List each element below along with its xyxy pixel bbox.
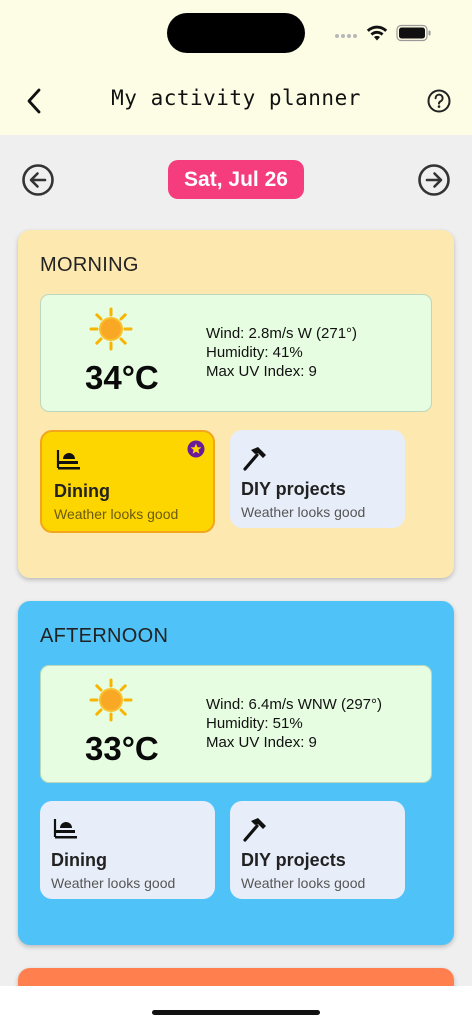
cellular-signal-icon bbox=[335, 34, 359, 40]
wind-text: Wind: 6.4m/s WNW (297°) bbox=[206, 696, 383, 713]
activity-card-dining[interactable]: Dining Weather looks good bbox=[40, 801, 215, 899]
bottom-safe-area bbox=[0, 986, 472, 1024]
top-bar: My activity planner bbox=[0, 0, 472, 135]
help-circle-icon[interactable] bbox=[425, 87, 453, 115]
humidity-text: Humidity: 41% bbox=[206, 344, 303, 361]
activity-note: Weather looks good bbox=[51, 875, 176, 891]
period-title: AFTERNOON bbox=[40, 625, 169, 647]
dynamic-island bbox=[167, 13, 305, 53]
star-badge-icon bbox=[187, 440, 205, 458]
activity-note: Weather looks good bbox=[241, 504, 366, 520]
activity-card-diy[interactable]: DIY projects Weather looks good bbox=[230, 430, 405, 528]
hammer-icon bbox=[243, 818, 266, 842]
battery-icon bbox=[396, 24, 431, 42]
activity-name: Dining bbox=[51, 850, 107, 870]
activity-name: DIY projects bbox=[241, 850, 346, 870]
sun-icon bbox=[89, 678, 133, 722]
period-card-afternoon: AFTERNOON 33°C Wind: 6.4m/s WNW (297°) H… bbox=[18, 601, 454, 945]
uv-index-text: Max UV Index: 9 bbox=[206, 734, 317, 751]
activity-name: DIY projects bbox=[241, 479, 346, 499]
page-title: My activity planner bbox=[111, 86, 361, 110]
weather-summary: 34°C Wind: 2.8m/s W (271°) Humidity: 41%… bbox=[40, 294, 432, 412]
arrow-right-circle-icon[interactable] bbox=[417, 163, 451, 197]
temperature: 33°C bbox=[85, 730, 159, 767]
date-selector[interactable]: Sat, Jul 26 bbox=[168, 160, 304, 199]
home-indicator[interactable] bbox=[152, 1010, 320, 1015]
arrow-left-circle-icon[interactable] bbox=[21, 163, 55, 197]
period-title: MORNING bbox=[40, 254, 139, 276]
activity-name: Dining bbox=[54, 481, 110, 501]
sun-icon bbox=[89, 307, 133, 351]
dining-icon bbox=[56, 450, 80, 470]
humidity-text: Humidity: 51% bbox=[206, 715, 303, 732]
activity-card-diy[interactable]: DIY projects Weather looks good bbox=[230, 801, 405, 899]
dining-icon bbox=[53, 819, 77, 839]
wind-text: Wind: 2.8m/s W (271°) bbox=[206, 325, 358, 342]
activity-note: Weather looks good bbox=[241, 875, 366, 891]
activity-card-dining[interactable]: Dining Weather looks good bbox=[40, 430, 215, 533]
uv-index-text: Max UV Index: 9 bbox=[206, 363, 317, 380]
period-card-morning: MORNING 34°C Wind: 2.8m/s W (271°) Humid… bbox=[18, 230, 454, 578]
wifi-icon bbox=[366, 25, 388, 41]
hammer-icon bbox=[243, 447, 266, 471]
activity-note: Weather looks good bbox=[54, 506, 179, 522]
temperature: 34°C bbox=[85, 359, 159, 396]
weather-details: Wind: 2.8m/s W (271°) Humidity: 41% Max … bbox=[206, 324, 357, 381]
weather-summary: 33°C Wind: 6.4m/s WNW (297°) Humidity: 5… bbox=[40, 665, 432, 783]
weather-details: Wind: 6.4m/s WNW (297°) Humidity: 51% Ma… bbox=[206, 695, 382, 752]
